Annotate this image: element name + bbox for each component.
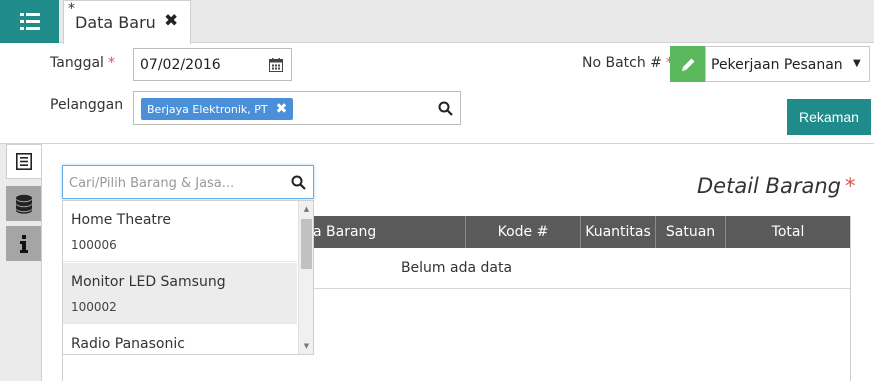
menu-button[interactable] [0,0,59,43]
tanggal-label: Tanggal * [50,55,115,71]
batch-label: No Batch #* [582,55,673,71]
tab-title: Data Baru [75,13,156,32]
side-tab-database[interactable] [6,186,41,221]
item-dropdown-list: Home Theatre 100006 Monitor LED Samsung … [62,200,314,355]
batch-value: Pekerjaan Pesanan [711,57,843,73]
item-code: 100006 [71,238,117,252]
document-list-icon [16,153,32,170]
modified-marker: * [68,1,75,17]
item-name: Home Theatre [71,212,171,228]
column-header-kode: Kode # [465,216,580,248]
dropdown-item[interactable]: Monitor LED Samsung 100002 [63,263,297,324]
customer-chip-label: Berjaya Elektronik, PT [147,102,268,116]
column-header-kuantitas: Kuantitas [580,216,655,248]
info-icon [19,234,28,253]
caret-down-icon: ▼ [853,58,861,69]
tanggal-date-field[interactable]: 07/02/2016 [133,48,292,81]
column-header-total: Total [725,216,850,248]
tab-data-baru[interactable]: * Data Baru ✖ [63,0,191,44]
item-code: 100002 [71,300,117,314]
rekaman-button[interactable]: Rekaman [787,99,871,135]
scrollbar-thumb[interactable] [301,219,312,269]
batch-select[interactable]: Pekerjaan Pesanan ▼ [705,46,870,82]
scroll-up-arrow-icon[interactable]: ▲ [299,203,313,215]
side-tab-info[interactable] [6,226,41,261]
column-header-nama-barang: a Barang [313,224,377,240]
calendar-icon[interactable] [269,58,283,72]
tanggal-value: 07/02/2016 [140,57,221,73]
pelanggan-field[interactable]: Berjaya Elektronik, PT ✖ [133,91,461,125]
pencil-icon [681,58,694,71]
detail-barang-title: Detail Barang * [697,174,856,198]
column-header-satuan: Satuan [655,216,725,248]
close-icon[interactable]: ✖ [164,12,178,30]
dropdown-item[interactable]: Radio Panasonic [63,325,297,354]
database-icon [15,194,32,214]
remove-chip-icon[interactable]: ✖ [276,102,288,116]
item-search-input[interactable] [69,173,279,193]
pelanggan-label: Pelanggan [50,97,124,113]
batch-edit-button[interactable] [670,46,706,82]
item-name: Monitor LED Samsung [71,274,226,290]
search-icon[interactable] [291,175,306,190]
item-name: Radio Panasonic [71,336,185,352]
scroll-down-arrow-icon[interactable]: ▼ [299,340,313,352]
side-tab-detail[interactable] [6,144,41,179]
dropdown-item[interactable]: Home Theatre 100006 [63,201,297,262]
item-search-box[interactable] [62,165,314,199]
search-icon[interactable] [438,101,453,116]
list-icon [19,13,40,30]
dropdown-scrollbar[interactable]: ▲ ▼ [298,201,313,354]
customer-chip: Berjaya Elektronik, PT ✖ [141,98,294,120]
